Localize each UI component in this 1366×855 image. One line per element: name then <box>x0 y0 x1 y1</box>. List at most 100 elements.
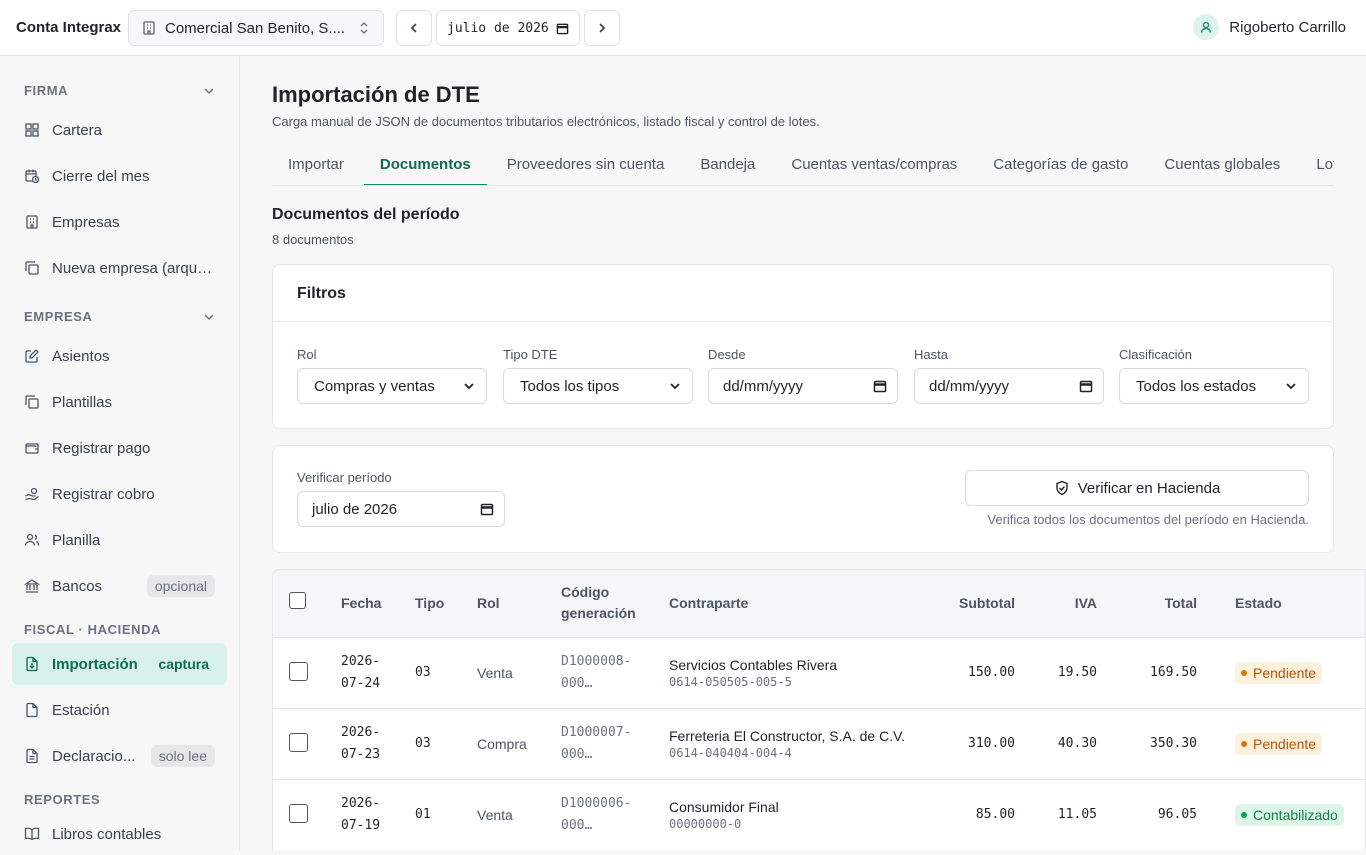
row-checkbox[interactable] <box>289 732 308 752</box>
iva-cell: 11.05 <box>1057 806 1097 822</box>
period-input[interactable]: julio de 2026 <box>436 10 580 46</box>
desde-label: Desde <box>708 347 746 362</box>
sidebar-item-label: Asientos <box>52 347 110 365</box>
codigo-line2: 000… <box>561 746 593 762</box>
sidebar-item-bancos[interactable]: Bancos opcional <box>12 565 227 607</box>
sidebar-item-asientos[interactable]: Asientos <box>12 335 227 377</box>
sidebar-item-plantillas[interactable]: Plantillas <box>12 381 227 423</box>
status-dot <box>1241 669 1247 676</box>
total-cell: 350.30 <box>1150 735 1197 751</box>
next-period-button[interactable] <box>584 10 620 46</box>
row-checkbox[interactable] <box>289 661 308 681</box>
tab-importar[interactable]: Importar <box>272 148 360 185</box>
col-iva[interactable]: IVA <box>1023 570 1105 637</box>
read-only-badge: solo lee <box>150 745 215 767</box>
section-firma[interactable]: FIRMA <box>24 83 216 98</box>
rol-cell: Compra <box>477 735 527 752</box>
tipo-dte-select[interactable]: Todos los tipos <box>503 368 693 404</box>
subtotal-cell: 85.00 <box>975 806 1015 822</box>
select-all-checkbox[interactable] <box>289 591 306 609</box>
estado-cell: Pendiente <box>1205 637 1365 708</box>
page-subtitle: Carga manual de JSON de documentos tribu… <box>272 114 820 129</box>
tab-categorias-gasto[interactable]: Categorías de gasto <box>977 148 1144 185</box>
calendar-icon[interactable] <box>556 22 569 35</box>
rol-select[interactable]: Compras y ventas <box>297 368 487 404</box>
company-selector[interactable]: Comercial San Benito, S.... <box>128 10 384 46</box>
capture-badge: captura <box>158 656 209 672</box>
verify-hacienda-button[interactable]: Verificar en Hacienda <box>965 470 1309 506</box>
col-estado[interactable]: Estado <box>1205 570 1365 637</box>
fecha-cell: 2026- 07-23 <box>333 708 407 779</box>
contraparte-nit: 00000000-0 <box>669 816 742 831</box>
status-dot <box>1241 811 1247 818</box>
sidebar-item-label: Plantillas <box>52 393 113 411</box>
calendar-icon[interactable] <box>1079 379 1093 393</box>
hasta-date-input[interactable]: dd/mm/yyyy <box>914 368 1104 404</box>
sidebar-item-libros[interactable]: Libros contables <box>12 813 227 855</box>
sidebar-item-planilla[interactable]: Planilla <box>12 519 227 561</box>
contraparte-name: Servicios Contables Rivera <box>669 656 838 673</box>
col-subtotal[interactable]: Subtotal <box>931 570 1023 637</box>
sidebar-item-nueva-empresa[interactable]: Nueva empresa (arque... <box>12 247 227 289</box>
sidebar-item-importacion[interactable]: Importación captura <box>12 643 227 685</box>
document-count: 8 documentos <box>272 232 354 247</box>
sidebar-item-cierre[interactable]: Cierre del mes <box>12 155 227 197</box>
sidebar-item-registrar-cobro[interactable]: Registrar cobro <box>12 473 227 515</box>
verify-period-input[interactable]: julio de 2026 <box>297 491 505 527</box>
contraparte-nit: 0614-050505-005-5 <box>669 674 792 689</box>
contraparte-nit: 0614-040404-004-4 <box>669 745 792 760</box>
table-row[interactable]: 2026- 07-24 03 Venta D1000008- 000… Servic… <box>273 637 1365 708</box>
sidebar-item-label: Estación <box>52 701 110 719</box>
col-fecha[interactable]: Fecha <box>333 570 407 637</box>
status-label: Pendiente <box>1253 664 1317 681</box>
user-menu[interactable]: Rigoberto Carrillo <box>1193 14 1346 40</box>
table-row[interactable]: 2026- 07-23 03 Compra D1000007- 000… Ferre… <box>273 708 1365 779</box>
tab-documentos[interactable]: Documentos <box>363 148 487 185</box>
sidebar-item-registrar-pago[interactable]: Registrar pago <box>12 427 227 469</box>
col-rol[interactable]: Rol <box>469 570 553 637</box>
col-codigo[interactable]: Código generación <box>553 570 661 637</box>
chevron-down-icon <box>1286 383 1296 390</box>
section-title: REPORTES <box>24 792 101 807</box>
edit-icon <box>25 349 39 363</box>
row-checkbox[interactable] <box>289 803 308 823</box>
table-row[interactable]: 2026- 07-19 01 Venta D1000006- 000… Consum… <box>273 779 1365 850</box>
section-title: FISCAL · HACIENDA <box>24 622 162 637</box>
tab-cuentas-globales[interactable]: Cuentas globales <box>1148 148 1296 185</box>
col-total[interactable]: Total <box>1105 570 1205 637</box>
tab-bandeja[interactable]: Bandeja <box>684 148 771 185</box>
tab-cuentas-ventas-compras[interactable]: Cuentas ventas/compras <box>775 148 973 185</box>
tab-lote[interactable]: Lote <box>1300 148 1334 185</box>
calendar-clock-icon <box>25 169 40 184</box>
filters-title: Filtros <box>273 265 1333 322</box>
section-empresa[interactable]: EMPRESA <box>24 309 216 324</box>
desde-date-input[interactable]: dd/mm/yyyy <box>708 368 898 404</box>
filters-card: Filtros Rol Compras y ventas Tipo DTE To… <box>272 264 1334 429</box>
codigo-line2: 000… <box>561 675 593 691</box>
users-icon <box>24 533 40 546</box>
status-badge: Contabilizado <box>1235 803 1344 826</box>
previous-period-button[interactable] <box>396 10 432 46</box>
total-cell: 169.50 <box>1150 664 1197 680</box>
sidebar-item-empresas[interactable]: Empresas <box>12 201 227 243</box>
subtotal-cell: 150.00 <box>968 664 1015 680</box>
rol-value: Compras y ventas <box>314 377 435 395</box>
calendar-icon[interactable] <box>873 379 887 393</box>
sidebar-item-label: Bancos <box>52 577 103 595</box>
sidebar-item-cartera[interactable]: Cartera <box>12 109 227 151</box>
chevron-down-icon <box>204 313 214 320</box>
col-contraparte[interactable]: Contraparte <box>661 570 931 637</box>
calendar-icon[interactable] <box>480 502 494 516</box>
sidebar-item-declaraciones[interactable]: Declaracio... solo lee <box>12 735 227 777</box>
tipo-cell: 03 <box>415 735 431 751</box>
file-import-icon <box>26 656 38 672</box>
rol-cell: Venta <box>477 806 513 823</box>
tab-proveedores-sin-cuenta[interactable]: Proveedores sin cuenta <box>491 148 681 185</box>
clasificacion-select[interactable]: Todos los estados <box>1119 368 1309 404</box>
documents-table: Fecha Tipo Rol Código generación Contrapa… <box>272 569 1366 850</box>
fecha-year: 2026- <box>341 653 381 669</box>
contraparte-cell: Servicios Contables Rivera 0614-050505-00… <box>661 637 931 708</box>
file-icon <box>26 702 38 718</box>
col-tipo[interactable]: Tipo <box>407 570 469 637</box>
sidebar-item-estacion[interactable]: Estación <box>12 689 227 731</box>
